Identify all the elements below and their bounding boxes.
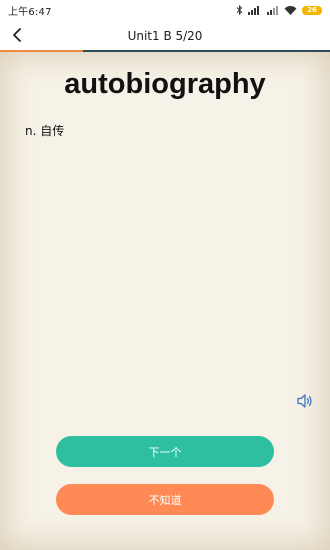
signal-icon <box>248 6 259 15</box>
speaker-icon[interactable] <box>296 392 314 410</box>
status-bar: 上午6:47 26 <box>0 0 330 20</box>
next-button[interactable]: 下一个 <box>56 436 274 467</box>
vocabulary-word: autobiography <box>64 68 266 100</box>
signal-icon <box>267 6 278 15</box>
page-title: Unit1 B 5/20 <box>127 28 203 43</box>
word-definition: n. 自传 <box>25 124 65 138</box>
bluetooth-icon <box>236 5 243 15</box>
status-time: 上午6:47 <box>8 6 52 18</box>
progress-fill <box>0 50 83 52</box>
status-icons: 26 <box>236 5 322 15</box>
progress-bar <box>0 50 330 52</box>
nav-bar: Unit1 B 5/20 <box>0 20 330 51</box>
back-button[interactable] <box>6 24 28 46</box>
dont-know-button[interactable]: 不知道 <box>56 484 274 515</box>
chevron-left-icon <box>13 28 21 42</box>
wifi-icon <box>284 6 297 15</box>
battery-icon: 26 <box>302 5 322 15</box>
